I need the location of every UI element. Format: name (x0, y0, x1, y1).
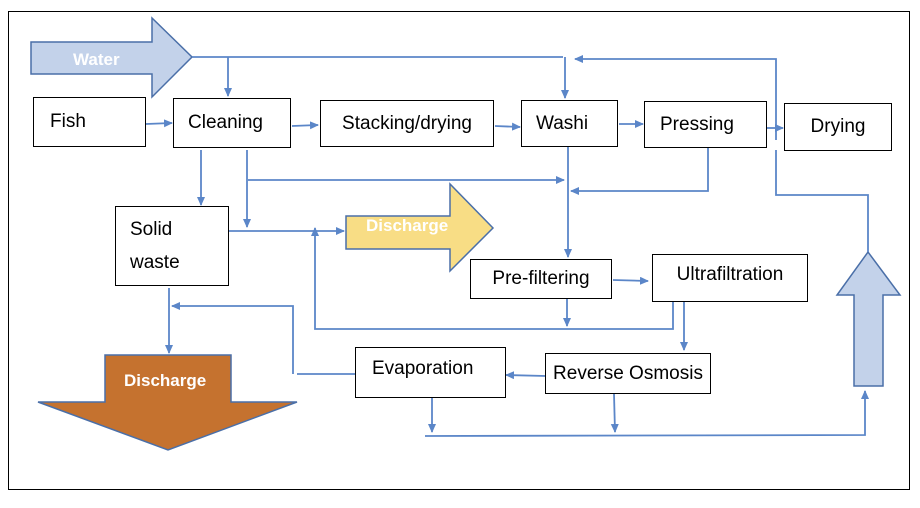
node-drying-label: Drying (810, 116, 866, 137)
discharge-yellow-label: Discharge (366, 216, 449, 235)
connector-fish-cleaning (145, 119, 173, 128)
node-stacking-drying: Stacking/drying (320, 100, 494, 147)
connector-pressing-return (570, 148, 709, 195)
node-ultrafiltration: Ultrafiltration (652, 254, 808, 302)
node-fish-label: Fish (50, 111, 86, 132)
discharge-orange-arrow (37, 354, 298, 451)
connector-ro-evaporation (505, 371, 547, 380)
connector-cleaning-stacking (291, 121, 319, 130)
node-drying: Drying (784, 103, 892, 151)
node-washi-label: Washi (536, 112, 589, 134)
node-reverse-osmosis: Reverse Osmosis (545, 353, 711, 394)
connector-stacking-washi (494, 122, 521, 131)
discharge-orange-label: Discharge (124, 371, 207, 390)
node-pre-filtering-label: Pre-filtering (492, 268, 590, 289)
node-cleaning-label: Cleaning (188, 112, 263, 133)
node-evaporation-label: Evaporation (372, 358, 474, 379)
node-pressing: Pressing (644, 101, 767, 148)
node-cleaning: Cleaning (173, 98, 291, 148)
connector-ro-bottom (610, 393, 619, 433)
node-solid-waste: Solid waste (115, 206, 229, 286)
node-reverse-osmosis-label: Reverse Osmosis (553, 362, 703, 384)
node-washi: Washi (521, 100, 618, 147)
node-pre-filtering: Pre-filtering (470, 259, 612, 299)
node-pressing-label: Pressing (660, 113, 734, 135)
connector-prefilter-ultra (612, 276, 649, 285)
node-evaporation: Evaporation (355, 347, 506, 398)
node-solid-waste-label: Solid waste (130, 219, 180, 273)
node-stacking-drying-label: Stacking/drying (342, 112, 472, 134)
recycle-up-arrow (835, 250, 902, 387)
connector-drying-recycle (775, 150, 869, 252)
node-fish: Fish (33, 97, 146, 147)
node-ultrafiltration-label: Ultrafiltration (676, 264, 784, 285)
water-label: Water (73, 50, 120, 69)
